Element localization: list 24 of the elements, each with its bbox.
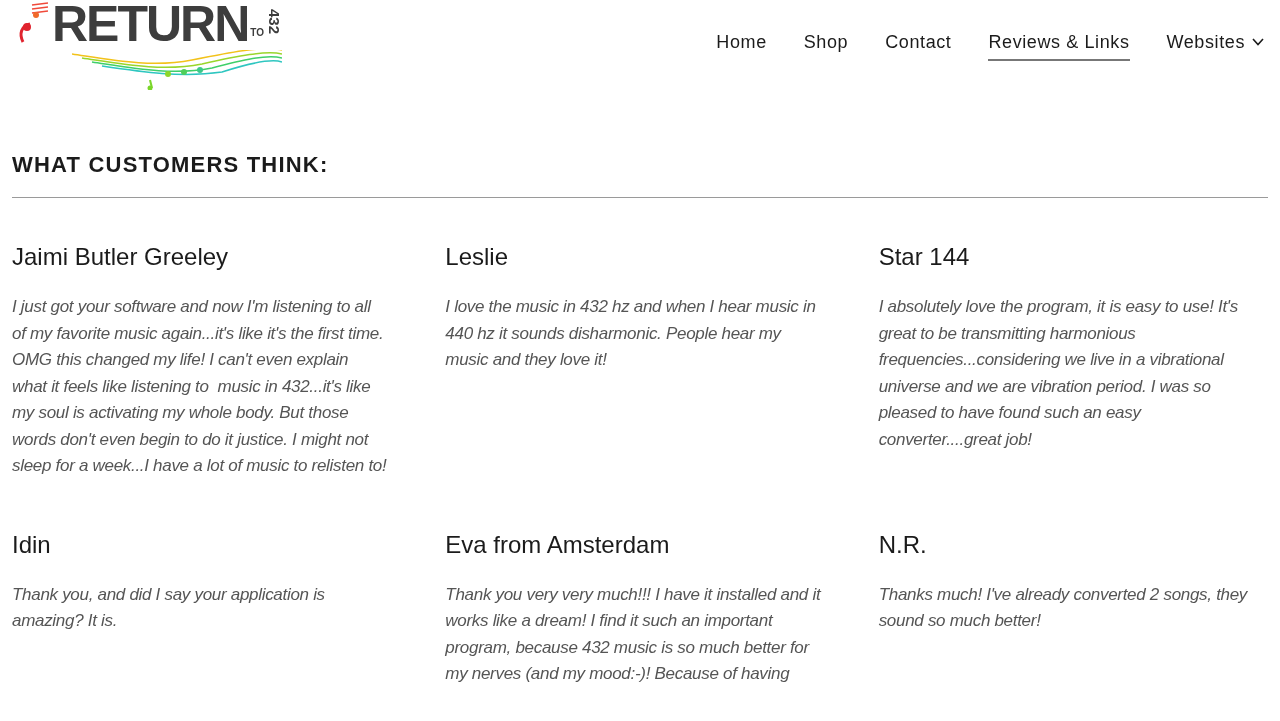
music-staff-icon xyxy=(72,50,282,90)
nav-link[interactable]: Contact xyxy=(885,30,952,61)
logo-to-text: TO xyxy=(250,28,265,38)
review-text: Thank you, and did I say your application is amazing? It is. xyxy=(12,583,326,632)
nav-link[interactable]: Home xyxy=(716,30,767,61)
logo-number: 432 xyxy=(267,9,283,34)
logo-wordmark: RETURN xyxy=(52,0,249,50)
reviewer-name: Leslie xyxy=(445,242,510,272)
reviewer-name: Eva from Amsterdam xyxy=(445,529,671,560)
nav-link[interactable]: Reviews & Links xyxy=(988,30,1130,61)
reviewer-name: Star 144 xyxy=(878,242,971,272)
nav-dropdown[interactable]: Websites xyxy=(1166,30,1264,61)
review-text: I absolutely love the program, it is easy to use! It's great to be transmitting harmonious frequencies...considering we live in a vibrational universe and we are vibration period. I was so pleased to have found such an easy converter....great job! xyxy=(878,296,1239,451)
reviewer-name: N.R. xyxy=(878,529,928,560)
section-heading: WHAT CUSTOMERS THINK: xyxy=(12,151,330,179)
reviewer-name: Idin xyxy=(12,529,52,560)
music-note-icon xyxy=(18,2,48,44)
review-text: I just got your software and now I'm listening to all of my favorite music again...it's like it's the first time. OMG this changed my life! I can't even explain what it feels like listening to music in 432...it's like my soul is activating my whole body. But those words don't even begin to do it justice. I might not sleep for a week...I have a lot of music to relisten to! xyxy=(12,296,387,477)
review-text: I love the music in 432 hz and when I hear music in 440 hz it sounds disharmonic. People hear my music and they love it! xyxy=(445,296,817,371)
reviewer-name: Jaimi Butler Greeley xyxy=(12,242,230,272)
nav-link[interactable]: Shop xyxy=(803,30,849,61)
review-text: Thanks much! I've already converted 2 songs, they sound so much better! xyxy=(878,583,1249,632)
chevron-down-icon xyxy=(1252,38,1264,46)
review-text: Thank you very very much!!! I have it installed and it works like a dream! I find it such an important program, because 432 music is so much better for my nerves (and my mood:-)! Because of having xyxy=(445,583,821,685)
